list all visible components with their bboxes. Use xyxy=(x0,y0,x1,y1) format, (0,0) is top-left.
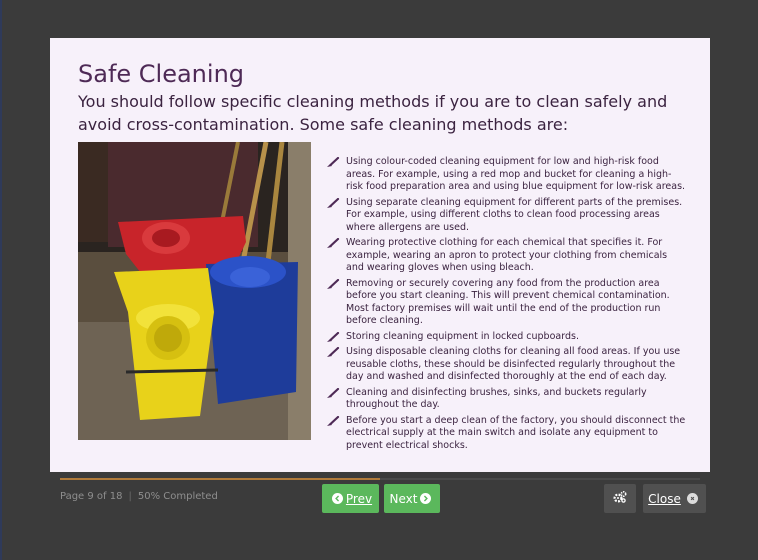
cleaning-method-item: Storing cleaning equipment in locked cup… xyxy=(326,331,688,344)
close-button-label: Close xyxy=(648,491,681,506)
cleaning-method-item: Cleaning and disinfecting brushes, sinks… xyxy=(326,387,688,412)
brush-icon xyxy=(326,156,340,168)
chevron-left-icon xyxy=(331,493,343,504)
page-number: Page 9 of 18 xyxy=(60,491,123,502)
prev-button-label: Prev xyxy=(345,491,373,506)
progress-bar xyxy=(60,478,700,480)
brush-icon xyxy=(326,346,340,358)
brush-icon xyxy=(326,415,340,427)
cleaning-method-item: Using separate cleaning equipment for di… xyxy=(326,197,688,235)
window-left-edge xyxy=(0,0,2,560)
brush-icon xyxy=(326,278,340,290)
cleaning-method-item: Using colour-coded cleaning equipment fo… xyxy=(326,156,688,194)
cleaning-method-text: Using colour-coded cleaning equipment fo… xyxy=(346,156,686,192)
cleaning-method-text: Wearing protective clothing for each che… xyxy=(346,237,668,273)
cleaning-method-item: Removing or securely covering any food f… xyxy=(326,278,688,328)
next-button-label: Next xyxy=(389,491,418,506)
progress-bar-fill xyxy=(60,478,380,480)
cleaning-method-item: Wearing protective clothing for each che… xyxy=(326,237,688,275)
mop-buckets-photo xyxy=(78,142,311,440)
close-icon xyxy=(686,493,698,504)
slide-title: Safe Cleaning xyxy=(78,60,245,88)
cleaning-methods-list: Using colour-coded cleaning equipment fo… xyxy=(326,156,688,455)
slide-card: Safe Cleaning You should follow specific… xyxy=(50,38,710,472)
brush-icon xyxy=(326,237,340,249)
cleaning-method-text: Removing or securely covering any food f… xyxy=(346,277,670,327)
brush-icon xyxy=(326,387,340,399)
cleaning-method-item: Using disposable cleaning cloths for cle… xyxy=(326,346,688,384)
slide-subtitle: You should follow specific cleaning meth… xyxy=(78,92,668,134)
cleaning-method-text: Cleaning and disinfecting brushes, sinks… xyxy=(346,386,647,411)
cleaning-method-text: Before you start a deep clean of the fac… xyxy=(346,414,686,451)
cleaning-method-text: Using disposable cleaning cloths for cle… xyxy=(346,346,681,382)
cleaning-method-text: Storing cleaning equipment in locked cup… xyxy=(346,330,579,342)
brush-icon xyxy=(326,331,340,343)
prev-button[interactable]: Prev xyxy=(322,484,379,513)
page-info: Page 9 of 18 | 50% Completed xyxy=(60,491,218,502)
settings-button[interactable] xyxy=(604,484,636,513)
cleaning-method-item: Before you start a deep clean of the fac… xyxy=(326,415,688,453)
completion-status: 50% Completed xyxy=(137,491,218,502)
close-button[interactable]: Close xyxy=(643,484,706,513)
next-button[interactable]: Next xyxy=(384,484,440,513)
brush-icon xyxy=(326,197,340,209)
chevron-right-icon xyxy=(420,493,432,504)
gears-icon xyxy=(613,490,627,506)
cleaning-method-text: Using separate cleaning equipment for di… xyxy=(346,196,683,233)
